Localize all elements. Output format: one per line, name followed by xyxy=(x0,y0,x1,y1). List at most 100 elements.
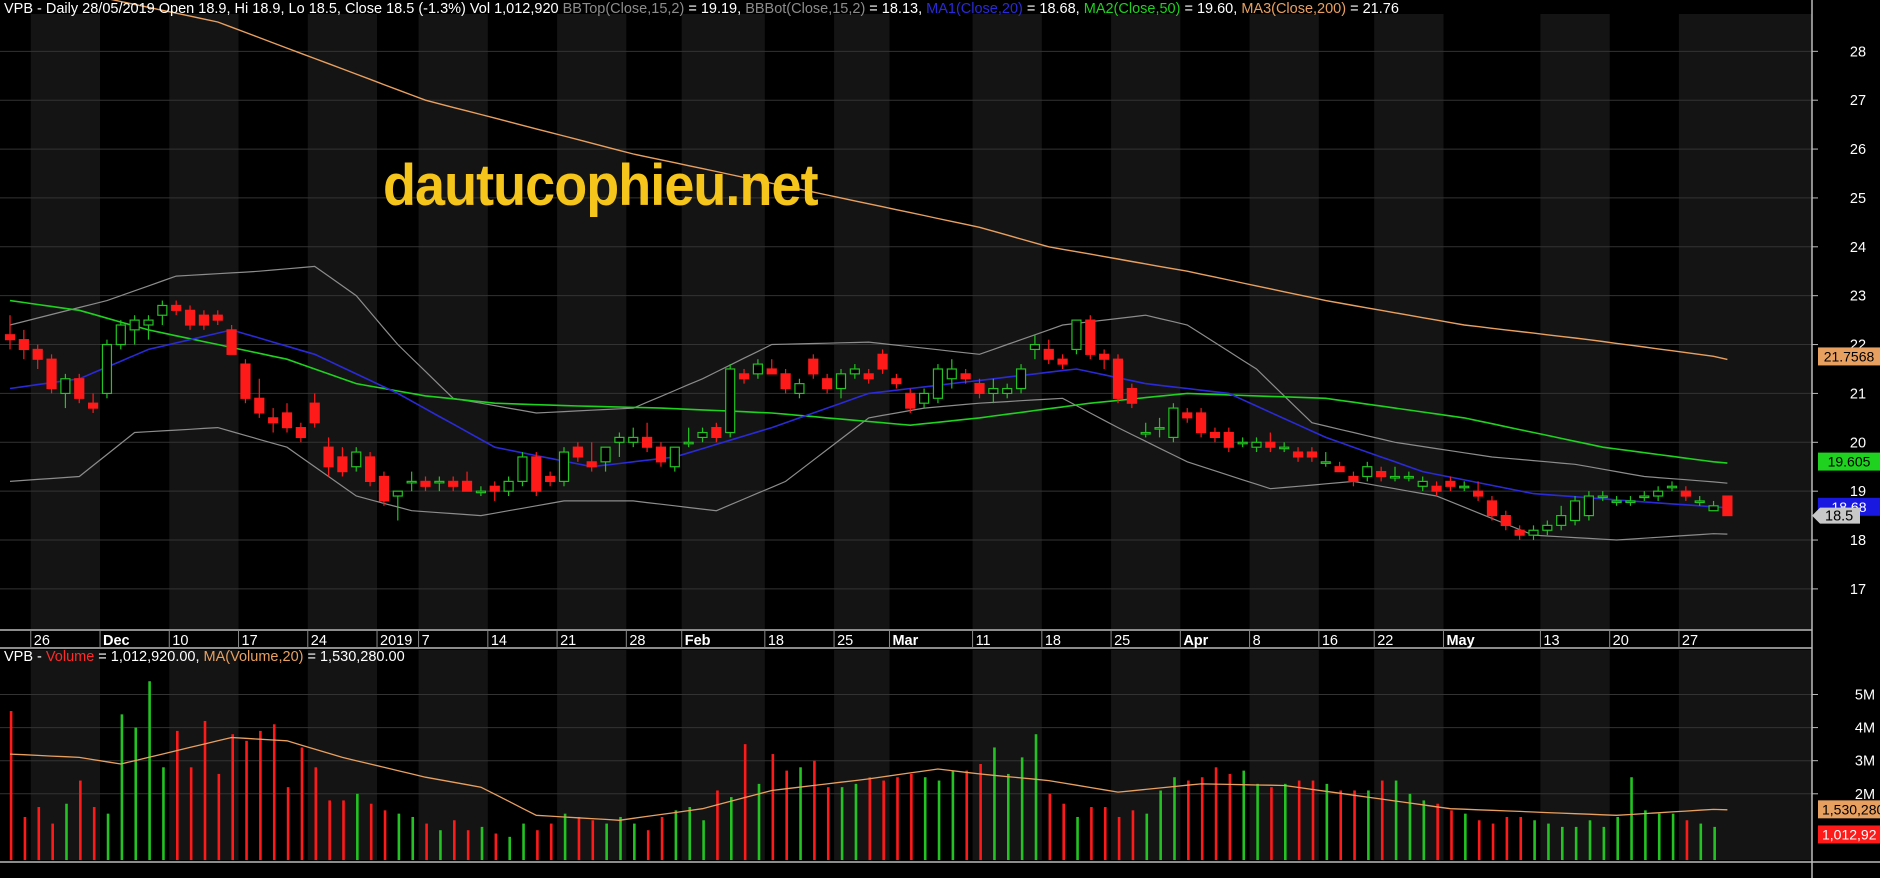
candle-body xyxy=(1542,524,1553,531)
date-label: Feb xyxy=(685,633,711,649)
candle-body xyxy=(18,339,29,351)
candle-body xyxy=(129,319,140,331)
volume-bar xyxy=(1311,780,1315,860)
price-tick-label: 25 xyxy=(1850,191,1866,207)
volume-bar xyxy=(785,770,788,860)
candle-body xyxy=(378,475,390,502)
candle-body xyxy=(641,436,653,448)
volume-bar xyxy=(965,770,969,860)
volume-bar xyxy=(272,724,276,860)
volume-bar xyxy=(453,820,456,860)
candle-body xyxy=(295,427,306,439)
volume-bar xyxy=(1159,790,1162,860)
volume-bar xyxy=(1214,767,1218,860)
candle-body xyxy=(323,446,334,468)
candle-body xyxy=(101,343,113,395)
price-tick-label: 28 xyxy=(1850,44,1866,60)
volume-bar xyxy=(674,810,678,860)
candle-body xyxy=(946,368,957,380)
volume-bar xyxy=(1380,780,1384,860)
volume-bar xyxy=(494,833,498,860)
volume-bar xyxy=(466,830,470,860)
volume-bar xyxy=(148,681,151,860)
volume-bar xyxy=(231,734,234,860)
candle-body xyxy=(1265,441,1276,448)
volume-bar xyxy=(771,754,775,860)
volume-bar xyxy=(1353,790,1356,860)
volume-bar xyxy=(9,711,13,860)
date-label: Dec xyxy=(103,633,130,649)
candle-body xyxy=(752,363,764,375)
price-header-segment: = 18.13, xyxy=(865,1,927,17)
volume-bar xyxy=(702,820,705,860)
candle-body xyxy=(780,373,791,390)
volume-bar xyxy=(716,790,719,860)
date-label: 7 xyxy=(422,633,430,649)
date-label: Mar xyxy=(892,633,918,649)
date-label: 22 xyxy=(1377,633,1393,649)
volume-bar xyxy=(633,823,636,860)
candle-body xyxy=(822,378,833,390)
candle-body xyxy=(1417,480,1428,487)
candle-body xyxy=(974,383,985,395)
candle-body xyxy=(683,441,694,445)
candle-body xyxy=(1639,495,1650,499)
price-stripe xyxy=(557,14,627,629)
candle-body xyxy=(545,475,556,482)
date-label: 17 xyxy=(242,633,258,649)
candle-body xyxy=(655,446,667,463)
candle-body xyxy=(1362,466,1373,478)
date-label: 20 xyxy=(1613,633,1629,649)
candle-body xyxy=(1722,495,1733,517)
price-header-segment: BBTop(Close,15,2) xyxy=(562,1,685,17)
stock-chart: 26 Dec 10 17 24 2019 7 14 21 28 Feb 18 25 Mar 11 18 25 Ap… xyxy=(0,0,1880,878)
volume-bar xyxy=(1671,813,1675,860)
date-label: 8 xyxy=(1253,633,1261,649)
candle-body xyxy=(1708,505,1719,512)
volume-bar xyxy=(910,773,913,860)
volume-badge-label: 1,012,92 xyxy=(1822,826,1877,842)
volume-bar xyxy=(591,820,595,860)
volume-bar xyxy=(1090,807,1093,860)
candle-body xyxy=(1223,431,1234,448)
candle-body xyxy=(143,319,154,326)
candle-body xyxy=(1611,500,1622,504)
volume-bar xyxy=(1187,780,1190,860)
date-label: 18 xyxy=(768,633,784,649)
price-header-segment: = 19.60, xyxy=(1180,1,1242,17)
volume-bar xyxy=(1242,770,1246,860)
volume-bar xyxy=(1699,823,1703,860)
candle-body xyxy=(392,490,403,497)
volume-bar xyxy=(937,780,941,860)
volume-bar xyxy=(882,780,885,860)
price-header-segment: MA3(Close,200) xyxy=(1241,1,1347,17)
candle-body xyxy=(558,451,570,482)
candle-body xyxy=(1666,485,1678,489)
volume-bar xyxy=(92,807,96,860)
candle-body xyxy=(766,368,777,375)
price-tick-label: 17 xyxy=(1850,582,1866,598)
volume-bar xyxy=(411,816,415,860)
candle-body xyxy=(1292,451,1304,458)
volume-badge-label: 1,530,280 xyxy=(1822,801,1880,817)
volume-bar xyxy=(1228,773,1232,860)
candle-body xyxy=(157,304,168,316)
candle-body xyxy=(1071,319,1082,351)
volume-header-segment: Volume xyxy=(45,649,95,665)
volume-bar xyxy=(1325,783,1329,860)
candle-body xyxy=(1653,490,1664,497)
candle-body xyxy=(1569,500,1581,522)
volume-bar xyxy=(397,813,401,860)
volume-bar xyxy=(1491,823,1495,860)
volume-bar xyxy=(1007,773,1010,860)
price-header-segment: = 21.76 xyxy=(1346,1,1399,17)
candle-body xyxy=(669,446,680,468)
volume-bar xyxy=(342,800,345,860)
price-tick-label: 18 xyxy=(1850,533,1866,549)
volume-tick-label: 5M xyxy=(1855,687,1875,703)
volume-bar xyxy=(1547,823,1550,860)
candle-body xyxy=(87,402,99,409)
candle-body xyxy=(365,456,376,482)
candle-body xyxy=(1015,368,1027,390)
candle-body xyxy=(1445,480,1456,487)
